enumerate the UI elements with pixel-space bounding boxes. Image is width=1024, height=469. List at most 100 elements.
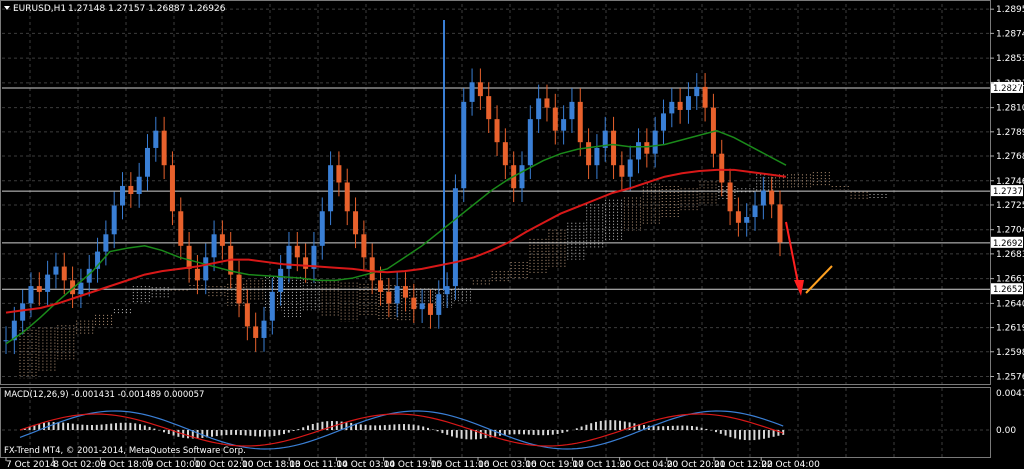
candle-body bbox=[186, 245, 192, 269]
candle-body bbox=[477, 82, 483, 97]
candle-body bbox=[128, 185, 134, 194]
candle-body bbox=[586, 142, 592, 166]
candle-body bbox=[20, 303, 26, 321]
candle-body bbox=[3, 340, 9, 342]
price-level-label: 1.26926 bbox=[993, 239, 1024, 249]
ohlc-label: 1.27148 1.27157 1.26887 1.26926 bbox=[68, 4, 226, 14]
candle-body bbox=[111, 205, 117, 235]
candle-body bbox=[278, 268, 284, 292]
candle-body bbox=[427, 303, 433, 315]
candle-body bbox=[752, 205, 758, 218]
candle-body bbox=[203, 257, 209, 281]
candle-body bbox=[735, 211, 741, 223]
candle-body bbox=[669, 101, 675, 114]
x-tick-label: 7 Oct 2014 bbox=[6, 460, 56, 469]
candle-body bbox=[344, 182, 350, 212]
candle-body bbox=[361, 234, 367, 258]
y-tick-label: 1.28315 bbox=[996, 79, 1024, 89]
y-tick-label: 1.27255 bbox=[996, 201, 1024, 211]
candle-body bbox=[386, 291, 392, 304]
candle-body bbox=[303, 257, 309, 269]
candle-body bbox=[419, 303, 425, 310]
candle-body bbox=[436, 294, 442, 315]
candle-body bbox=[636, 142, 642, 160]
candle-body bbox=[685, 96, 691, 110]
x-tick-label: 8 Oct 02:00 bbox=[53, 460, 106, 469]
x-tick-label: 8 Oct 18:00 bbox=[100, 460, 153, 469]
candle-body bbox=[103, 234, 109, 252]
candle-body bbox=[744, 217, 750, 223]
candle-body bbox=[294, 245, 300, 258]
y-tick-label: 1.26400 bbox=[996, 299, 1024, 309]
candle-body bbox=[411, 297, 417, 310]
candle-body bbox=[236, 274, 242, 304]
y-tick-label: 1.26190 bbox=[996, 324, 1024, 334]
y-tick-label: 1.27680 bbox=[996, 152, 1024, 162]
y-tick-label: 1.28955 bbox=[996, 5, 1024, 15]
candle-body bbox=[161, 130, 167, 166]
candle-body bbox=[36, 286, 42, 292]
copyright-label: FX-Trend MT4, © 2001-2014, MetaQuotes So… bbox=[4, 446, 246, 456]
candle-body bbox=[261, 320, 267, 338]
candle-body bbox=[78, 282, 84, 295]
candle-body bbox=[120, 185, 126, 206]
macd-label: MACD(12,26,9) -0.001431 -0.001489 0.0000… bbox=[4, 390, 204, 400]
candle-body bbox=[328, 165, 334, 212]
candle-body bbox=[611, 130, 617, 166]
trading-chart[interactable]: 1.282711.273751.269261.26523 1.289551.28… bbox=[0, 0, 1024, 469]
y-tick-label: 1.28745 bbox=[996, 29, 1024, 39]
candle-body bbox=[652, 130, 658, 154]
candle-body bbox=[211, 234, 217, 258]
candle-body bbox=[452, 188, 458, 287]
candle-body bbox=[552, 107, 558, 131]
candle-body bbox=[394, 286, 400, 304]
candle-body bbox=[369, 257, 375, 281]
candle-body bbox=[719, 153, 725, 183]
y-tick-label: 1.25765 bbox=[996, 373, 1024, 383]
candle-body bbox=[760, 190, 766, 206]
candle-body bbox=[594, 147, 600, 166]
candle-body bbox=[28, 286, 34, 304]
y-tick-label: 1.28100 bbox=[996, 104, 1024, 114]
candle-body bbox=[494, 119, 500, 143]
candle-body bbox=[253, 326, 259, 338]
candle-body bbox=[619, 165, 625, 177]
price-level-label: 1.27375 bbox=[993, 187, 1024, 197]
candle-body bbox=[461, 101, 467, 189]
candle-body bbox=[561, 119, 567, 131]
macd-tick-label: 0.00 bbox=[996, 426, 1016, 436]
candle-body bbox=[402, 286, 408, 298]
candle-body bbox=[677, 101, 683, 110]
y-tick-label: 1.26615 bbox=[996, 275, 1024, 285]
candle-body bbox=[269, 291, 275, 321]
candle-body bbox=[777, 204, 783, 243]
candle-body bbox=[144, 147, 150, 177]
x-tick-label: 9 Oct 10:00 bbox=[148, 460, 201, 469]
candle-body bbox=[178, 211, 184, 246]
symbol-label: EURUSD,H1 bbox=[13, 4, 66, 14]
candle-body bbox=[527, 119, 533, 166]
candle-body bbox=[536, 98, 542, 120]
y-tick-label: 1.27040 bbox=[996, 226, 1024, 236]
candle-body bbox=[544, 98, 550, 108]
candle-body bbox=[319, 211, 325, 246]
candle-body bbox=[727, 182, 733, 212]
y-tick-label: 1.27465 bbox=[996, 177, 1024, 187]
y-tick-label: 1.26830 bbox=[996, 250, 1024, 260]
candle-body bbox=[577, 101, 583, 143]
y-tick-label: 1.28530 bbox=[996, 54, 1024, 64]
candle-body bbox=[694, 86, 700, 97]
candle-body bbox=[502, 142, 508, 166]
candle-body bbox=[519, 165, 525, 189]
candle-body bbox=[660, 113, 666, 131]
candle-body bbox=[378, 280, 384, 292]
candle-body bbox=[53, 266, 59, 275]
candle-body bbox=[569, 101, 575, 120]
candle-body bbox=[444, 286, 450, 295]
candle-body bbox=[45, 274, 51, 292]
candle-body bbox=[336, 165, 342, 183]
candle-body bbox=[627, 159, 633, 177]
x-tick-label: 22 Oct 04:00 bbox=[761, 460, 820, 469]
candle-body bbox=[353, 211, 359, 235]
candle-body bbox=[469, 82, 475, 102]
